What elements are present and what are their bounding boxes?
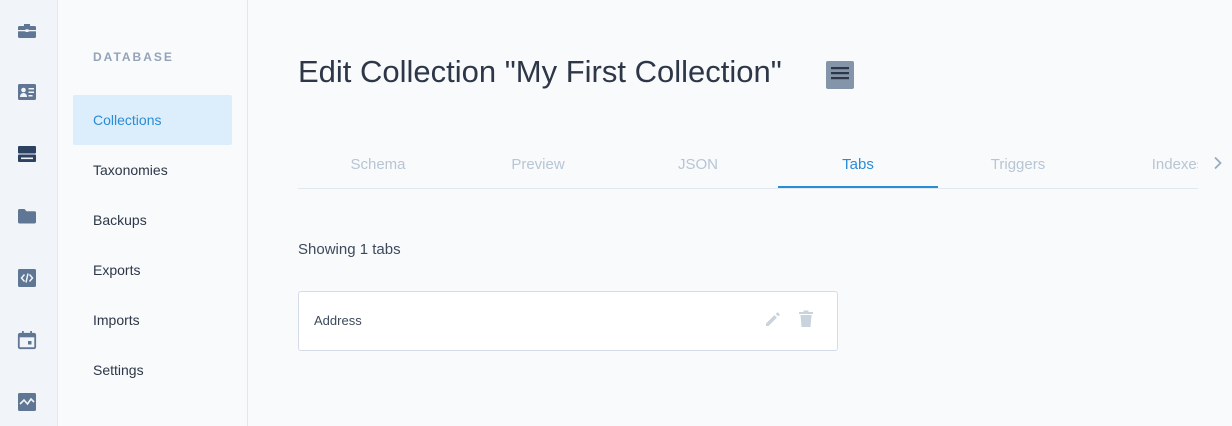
database-sidebar: DATABASE Collections Taxonomies Backups … [58, 0, 248, 426]
sidebar-item-imports[interactable]: Imports [73, 295, 232, 345]
calendar-icon[interactable] [17, 330, 37, 350]
hamburger-menu-icon [831, 66, 849, 85]
list-item: Address [298, 291, 838, 351]
collection-menu-button[interactable] [826, 61, 854, 89]
tab-indexes[interactable]: Indexes [1098, 140, 1198, 188]
tab-json[interactable]: JSON [618, 140, 778, 188]
sidebar-item-collections[interactable]: Collections [73, 95, 232, 145]
tabs-scroll-right-button[interactable] [1208, 154, 1228, 176]
briefcase-icon[interactable] [17, 20, 37, 40]
tab-triggers[interactable]: Triggers [938, 140, 1098, 188]
folder-icon[interactable] [17, 206, 37, 226]
chevron-right-icon [1213, 156, 1223, 175]
activity-chart-icon[interactable] [17, 392, 37, 412]
showing-count: Showing 1 tabs [298, 241, 401, 258]
sidebar-item-taxonomies[interactable]: Taxonomies [73, 145, 232, 195]
icon-rail [0, 0, 58, 426]
page-title: Edit Collection "My First Collection" [298, 54, 782, 89]
tab-item-name: Address [314, 313, 362, 328]
edit-tab-button[interactable] [763, 311, 783, 331]
database-icon[interactable] [17, 144, 37, 164]
tab-preview[interactable]: Preview [458, 140, 618, 188]
sidebar-heading: DATABASE [93, 50, 174, 64]
sidebar-item-settings[interactable]: Settings [73, 345, 232, 395]
sidebar-item-backups[interactable]: Backups [73, 195, 232, 245]
delete-tab-button[interactable] [796, 310, 816, 333]
trash-icon [798, 310, 814, 333]
id-card-icon[interactable] [17, 82, 37, 102]
tab-bar: Schema Preview JSON Tabs Triggers Indexe… [298, 140, 1198, 189]
sidebar-item-exports[interactable]: Exports [73, 245, 232, 295]
tab-tabs[interactable]: Tabs [778, 140, 938, 188]
code-icon[interactable] [17, 268, 37, 288]
tab-schema[interactable]: Schema [298, 140, 458, 188]
pencil-edit-icon [764, 310, 782, 333]
